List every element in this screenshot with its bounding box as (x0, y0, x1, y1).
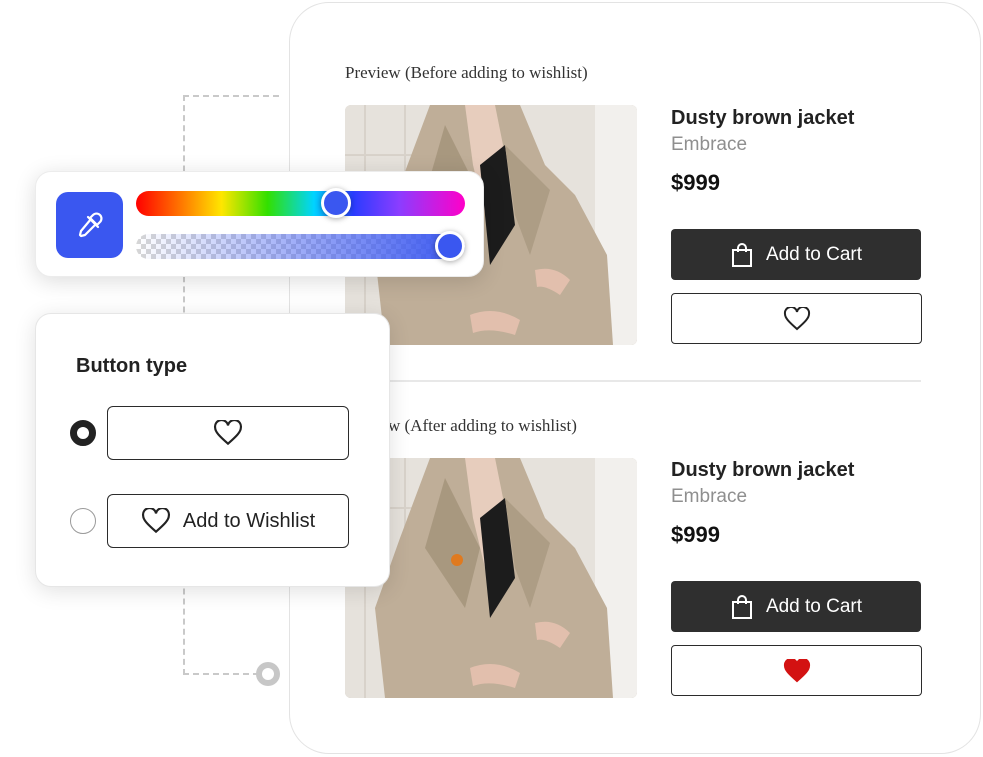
opacity-slider-thumb[interactable] (435, 231, 465, 261)
opacity-slider-track[interactable] (136, 234, 465, 259)
add-to-cart-label: Add to Cart (765, 595, 863, 617)
product-brand-after: Embrace (671, 486, 748, 507)
shopping-bag-icon (731, 242, 752, 267)
product-price-after: $999 (671, 522, 720, 547)
heart-filled-icon (783, 658, 810, 682)
eyedropper-button[interactable] (56, 192, 123, 258)
preview-before-label: Preview (Before adding to wishlist) (345, 63, 588, 82)
add-to-cart-button-after[interactable]: Add to Cart (671, 581, 921, 632)
heart-outline-icon (214, 420, 242, 446)
heart-outline-icon (783, 306, 810, 330)
heart-outline-icon (141, 508, 170, 534)
color-picker-card (35, 171, 484, 277)
product-title-after: Dusty brown jacket (671, 459, 855, 481)
radio-icon-with-text[interactable] (70, 508, 96, 534)
wishlist-button-before[interactable] (671, 293, 922, 344)
preview-divider (345, 380, 921, 382)
preview-after-label: w (After adding to wishlist) (388, 416, 577, 435)
eyedropper-icon (78, 212, 103, 238)
option-icon-only-button[interactable] (107, 406, 349, 460)
product-title-before: Dusty brown jacket (671, 107, 855, 129)
connector-end-dot (256, 662, 280, 686)
radio-icon-only[interactable] (70, 420, 96, 446)
button-type-title: Button type (76, 355, 188, 377)
button-type-card: Button type Add to Wishlist (35, 313, 390, 587)
wishlist-button-after[interactable] (671, 645, 922, 696)
add-to-cart-button-before[interactable]: Add to Cart (671, 229, 921, 280)
option-add-to-wishlist-button[interactable]: Add to Wishlist (107, 494, 349, 548)
hue-slider-track[interactable] (136, 191, 465, 216)
product-brand-before: Embrace (671, 134, 748, 155)
add-to-cart-label: Add to Cart (765, 243, 863, 265)
product-price-before: $999 (671, 170, 720, 195)
add-to-wishlist-label: Add to Wishlist (182, 509, 316, 532)
shopping-bag-icon (731, 594, 752, 619)
